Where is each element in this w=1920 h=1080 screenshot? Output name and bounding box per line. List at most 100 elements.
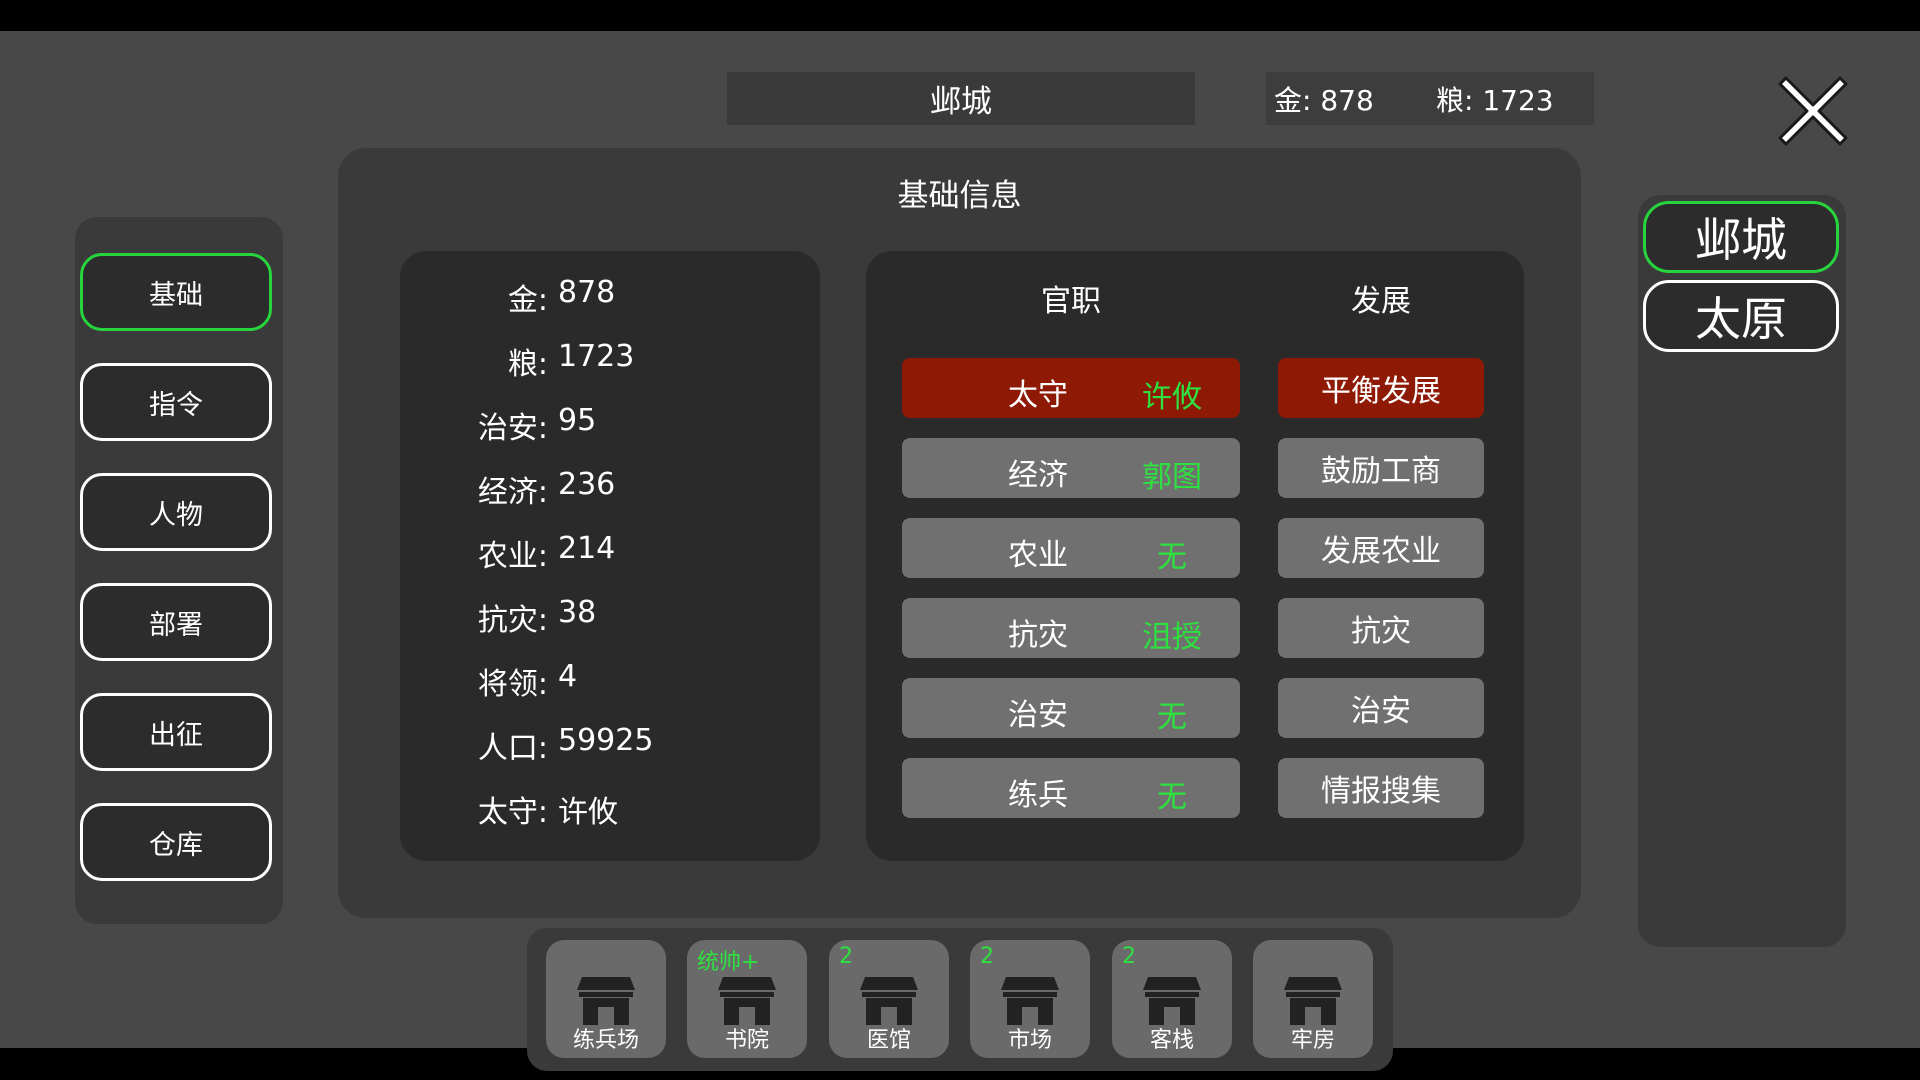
building-badge: 统帅+ [697,950,760,975]
building-name: 医馆 [866,1028,911,1053]
post-button-security[interactable]: 治安 无 [902,678,1240,738]
post-button-agriculture[interactable]: 农业 无 [902,518,1240,578]
dev-button-agriculture[interactable]: 发展农业 [1278,518,1484,578]
dev-button-intel[interactable]: 情报搜集 [1278,758,1484,818]
posts-header: 官职 [1041,284,1101,319]
stat-value: 4 [558,659,578,694]
stat-row: 太守: 许攸 [400,781,820,831]
building-name: 牢房 [1290,1028,1335,1053]
building-inn[interactable]: 2 客栈 [1112,940,1232,1058]
shop-building-icon [718,977,776,1025]
stat-value: 38 [558,595,597,630]
stat-label: 抗灾: [477,603,548,638]
city-title: 邺城 [930,84,992,120]
stat-value: 214 [558,531,616,566]
close-x-icon [1778,76,1848,146]
left-nav-panel: 基础 指令 人物 部署 出征 仓库 [75,217,283,924]
post-holder: 沮授 [1142,620,1202,655]
stat-label: 人口: [477,731,548,766]
stat-value: 1723 [558,339,635,374]
building-clinic[interactable]: 2 医馆 [829,940,949,1058]
stat-value: 236 [558,467,616,502]
stat-row: 治安: 95 [400,397,820,447]
building-training-ground[interactable]: 练兵场 [546,940,666,1058]
stat-row: 经济: 236 [400,461,820,511]
stat-value: 59925 [558,723,654,758]
dev-button-commerce[interactable]: 鼓励工商 [1278,438,1484,498]
city-title-bar: 邺城 [727,72,1195,125]
development-header: 发展 [1351,284,1411,319]
stat-label: 太守: [477,795,548,830]
shop-building-icon [1143,977,1201,1025]
building-market[interactable]: 2 市场 [970,940,1090,1058]
stat-label: 将领: [477,667,548,702]
panel-title: 基础信息 [897,178,1022,214]
city-button-ye[interactable]: 邺城 [1643,201,1839,273]
posts-card: 官职 发展 太守 许攸 经济 郭图 农业 无 抗灾 沮授 治安 无 练兵 无 平… [866,251,1524,861]
building-name: 练兵场 [572,1028,639,1053]
stat-label: 粮: [507,347,548,382]
nav-deploy[interactable]: 部署 [80,583,272,661]
stat-row: 抗灾: 38 [400,589,820,639]
nav-characters[interactable]: 人物 [80,473,272,551]
stat-row: 人口: 59925 [400,717,820,767]
building-name: 客栈 [1149,1028,1194,1053]
nav-basic-label: 基础 [149,279,203,311]
stat-row: 将领: 4 [400,653,820,703]
stat-label: 经济: [477,475,548,510]
shop-building-icon [1001,977,1059,1025]
stat-label: 金: [507,283,548,318]
stat-label: 治安: [477,411,548,446]
stat-row: 粮: 1723 [400,333,820,383]
resource-display: 金: 878 粮: 1723 [1266,72,1594,125]
building-bar: 练兵场 统帅+ 书院 2 医馆 2 市场 2 客栈 牢房 [527,928,1393,1071]
nav-deploy-label: 部署 [149,609,203,641]
nav-orders-label: 指令 [149,389,203,421]
building-academy[interactable]: 统帅+ 书院 [687,940,807,1058]
shop-building-icon [860,977,918,1025]
stat-value: 95 [558,403,597,438]
post-button-training[interactable]: 练兵 无 [902,758,1240,818]
post-button-disaster[interactable]: 抗灾 沮授 [902,598,1240,658]
nav-characters-label: 人物 [149,499,203,531]
city-button-taiyuan[interactable]: 太原 [1643,280,1839,352]
post-holder: 无 [1157,780,1187,815]
nav-orders[interactable]: 指令 [80,363,272,441]
building-badge: 2 [839,944,853,969]
city-label: 太原 [1695,292,1787,346]
gold-readout: 金: 878 [1274,83,1374,117]
building-name: 书院 [724,1028,769,1053]
stat-value: 878 [558,275,616,310]
stat-row: 金: 878 [400,269,820,319]
building-badge: 2 [980,944,994,969]
shop-building-icon [577,977,635,1025]
stat-row: 农业: 214 [400,525,820,575]
game-screen: 邺城 金: 878 粮: 1723 基础 指令 人物 部署 出征 仓库 基础信息 [0,31,1920,1071]
nav-expedition[interactable]: 出征 [80,693,272,771]
shop-building-icon [1284,977,1342,1025]
post-button-governor[interactable]: 太守 许攸 [902,358,1240,418]
post-holder: 许攸 [1142,380,1202,415]
stat-label: 农业: [477,539,548,574]
grain-readout: 粮: 1723 [1436,83,1554,117]
building-badge: 2 [1122,944,1136,969]
main-info-panel: 基础信息 金: 878 粮: 1723 治安: 95 经济: 236 农业: 2… [338,148,1581,918]
stats-card: 金: 878 粮: 1723 治安: 95 经济: 236 农业: 214 抗灾… [400,251,820,861]
post-holder: 无 [1157,540,1187,575]
dev-button-disaster[interactable]: 抗灾 [1278,598,1484,658]
stat-value: 许攸 [558,795,618,830]
dev-button-security[interactable]: 治安 [1278,678,1484,738]
nav-warehouse-label: 仓库 [149,829,203,861]
nav-basic[interactable]: 基础 [80,253,272,331]
nav-warehouse[interactable]: 仓库 [80,803,272,881]
dev-button-balanced[interactable]: 平衡发展 [1278,358,1484,418]
post-holder: 郭图 [1142,460,1202,495]
city-list-panel: 邺城 太原 [1638,195,1846,947]
close-button[interactable] [1772,68,1854,150]
post-button-economy[interactable]: 经济 郭图 [902,438,1240,498]
city-label: 邺城 [1695,213,1787,267]
post-holder: 无 [1157,700,1187,735]
building-prison[interactable]: 牢房 [1253,940,1373,1058]
building-name: 市场 [1007,1028,1052,1053]
nav-expedition-label: 出征 [149,719,203,751]
